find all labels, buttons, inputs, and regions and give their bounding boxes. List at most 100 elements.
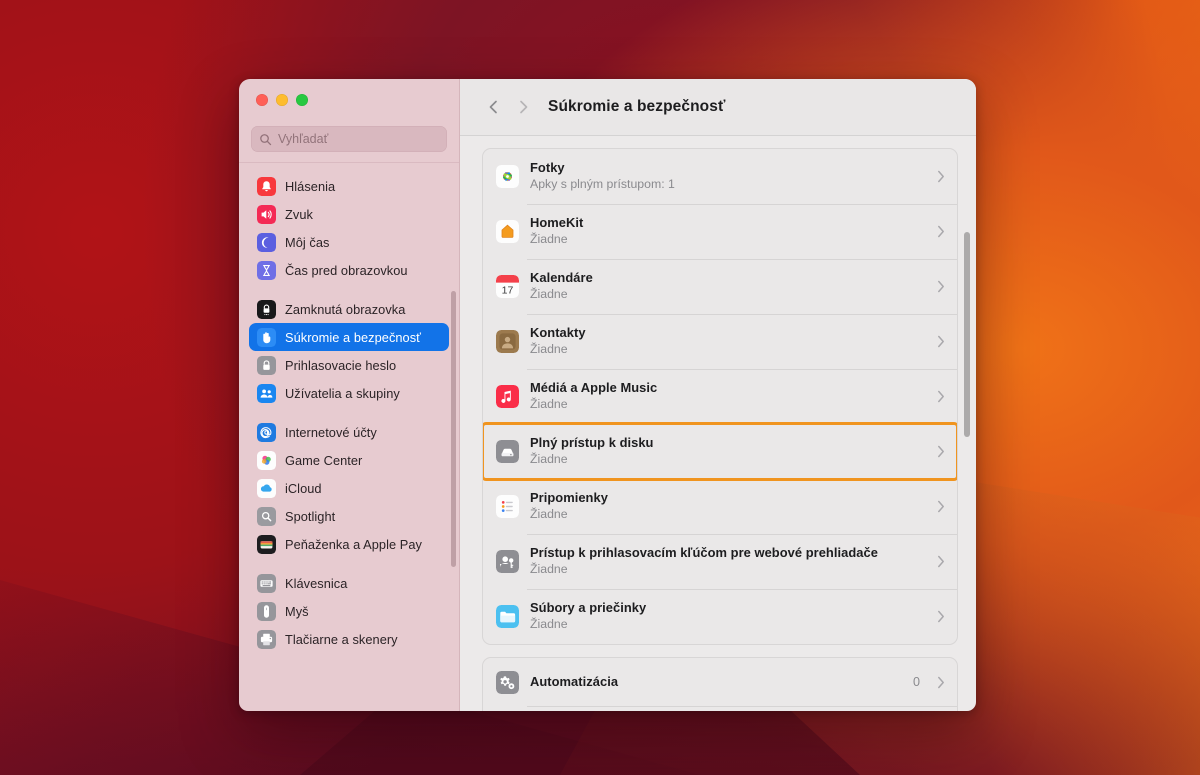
row-value: 0 [912,675,920,689]
music-icon [496,385,519,408]
close-button[interactable] [256,94,268,106]
row-text: HomeKit Žiadne [530,215,926,248]
row-text: Fotky Apky s plným prístupom: 1 [530,160,926,193]
calendar-icon: 17 [496,275,519,298]
chevron-right-icon [937,225,945,238]
sidebar-item-label: Zvuk [285,206,313,222]
row-text: Kontakty Žiadne [530,325,926,358]
sidebar-item-wallet[interactable]: Peňaženka a Apple Pay [249,530,449,558]
row-text: Súbory a priečinky Žiadne [530,600,926,633]
row-title: Plný prístup k disku [530,434,654,450]
sidebar-item-icloud[interactable]: iCloud [249,474,449,502]
zoom-button[interactable] [296,94,308,106]
sidebar-item-privacy-security[interactable]: Súkromie a bezpečnosť [249,323,449,351]
table-row[interactable]: Pripomienky Žiadne [483,479,957,534]
table-row[interactable]: Prístup k prihlasovacím kľúčom pre webov… [483,534,957,589]
row-subtitle: Žiadne [530,452,568,467]
back-button[interactable] [480,94,506,120]
chevron-right-icon [937,170,945,183]
minimize-button[interactable] [276,94,288,106]
sidebar-item-sound[interactable]: Zvuk [249,200,449,228]
sidebar-item-label: Užívatelia a skupiny [285,385,400,401]
content-scrollbar[interactable] [964,232,970,437]
game-center-icon [257,450,276,470]
notifications-icon [257,176,276,196]
search-input[interactable]: Vyhľadať [251,126,447,152]
row-title: Súbory a priečinky [530,599,647,615]
sidebar-group: Hlásenia Zvuk Môj čas Čas pred obrazovko… [249,163,449,284]
search-icon [259,133,272,146]
row-text: Automatizácia [530,674,902,690]
internet-accounts-icon [257,422,276,442]
contacts-icon [496,330,519,353]
table-row[interactable]: Médiá a Apple Music Žiadne [483,369,957,424]
table-row-full-disk-access[interactable]: Plný prístup k disku Žiadne [483,422,957,481]
full-disk-access-icon [496,440,519,463]
sidebar-item-label: Tlačiarne a skenery [285,631,398,647]
homekit-icon [496,220,519,243]
row-subtitle: Žiadne [530,507,568,522]
chevron-right-icon [937,676,945,689]
sidebar-item-label: Čas pred obrazovkou [285,262,408,278]
chevron-right-icon [937,500,945,513]
row-subtitle: Žiadne [530,342,568,357]
row-subtitle: Žiadne [530,232,568,247]
keyboard-icon [257,573,276,593]
row-title: Kontakty [530,324,586,340]
sidebar-item-label: Klávesnica [285,575,348,591]
sidebar-item-label: Zamknutá obrazovka [285,301,406,317]
sidebar-scrollbar[interactable] [451,291,456,567]
settings-scroll-area: Fotky Apky s plným prístupom: 1 HomeKit … [460,136,976,711]
passkeys-icon [496,550,519,573]
search-container: Vyhľadať [239,117,459,162]
screen-time-icon [257,260,276,280]
table-row[interactable]: Automatizácia 0 [483,658,957,706]
table-row[interactable]: HomeKit Žiadne [483,204,957,259]
table-row[interactable]: Fotky Apky s plným prístupom: 1 [483,149,957,204]
sidebar-item-label: Hlásenia [285,178,336,194]
traffic-lights [239,79,459,117]
users-groups-icon [257,383,276,403]
sidebar-item-game-center[interactable]: Game Center [249,446,449,474]
table-row[interactable]: Kontakty Žiadne [483,314,957,369]
sidebar-item-label: Prihlasovacie heslo [285,357,397,373]
row-subtitle: Žiadne [530,562,568,577]
reminders-icon [496,495,519,518]
sidebar-item-label: Spotlight [285,508,336,524]
chevron-right-icon [937,280,945,293]
row-subtitle: Apky s plným prístupom: 1 [530,177,675,192]
sidebar-item-users-groups[interactable]: Užívatelia a skupiny [249,379,449,407]
sidebar-item-printers-scanners[interactable]: Tlačiarne a skenery [249,625,449,653]
sidebar-item-keyboard[interactable]: Klávesnica [249,569,449,597]
sidebar-item-label: iCloud [285,480,322,496]
automation-card: Automatizácia 0 [482,657,958,711]
sidebar-item-screen-time[interactable]: Čas pred obrazovkou [249,256,449,284]
sidebar-item-label: Môj čas [285,234,330,250]
automation-icon [496,670,519,694]
table-row[interactable]: 17 Kalendáre Žiadne [483,259,957,314]
sidebar-group: Internetové účty Game Center iCloud Spot… [249,407,449,558]
sidebar-item-login-password[interactable]: Prihlasovacie heslo [249,351,449,379]
row-subtitle: Žiadne [530,617,568,632]
row-title: Automatizácia [530,673,619,689]
row-title: Fotky [530,159,565,175]
sidebar-item-internet-accounts[interactable]: Internetové účty [249,418,449,446]
chevron-right-icon [937,445,945,458]
row-text: Pripomienky Žiadne [530,490,926,523]
focus-icon [257,232,276,252]
svg-text:17: 17 [502,285,514,297]
wallet-icon [257,534,276,554]
sound-icon [257,204,276,224]
sidebar-group: Zamknutá obrazovka Súkromie a bezpečnosť… [249,284,449,407]
sidebar-item-focus[interactable]: Môj čas [249,228,449,256]
table-row[interactable]: Súbory a priečinky Žiadne [483,589,957,644]
table-row-partial[interactable] [483,706,957,711]
sidebar-item-mouse[interactable]: Myš [249,597,449,625]
forward-button[interactable] [510,94,536,120]
printers-scanners-icon [257,629,276,649]
chevron-right-icon [937,610,945,623]
sidebar-item-lock-screen[interactable]: Zamknutá obrazovka [249,295,449,323]
sidebar-item-spotlight[interactable]: Spotlight [249,502,449,530]
sidebar-item-notifications[interactable]: Hlásenia [249,172,449,200]
sidebar-scroll-area: Hlásenia Zvuk Môj čas Čas pred obrazovko… [239,162,459,711]
